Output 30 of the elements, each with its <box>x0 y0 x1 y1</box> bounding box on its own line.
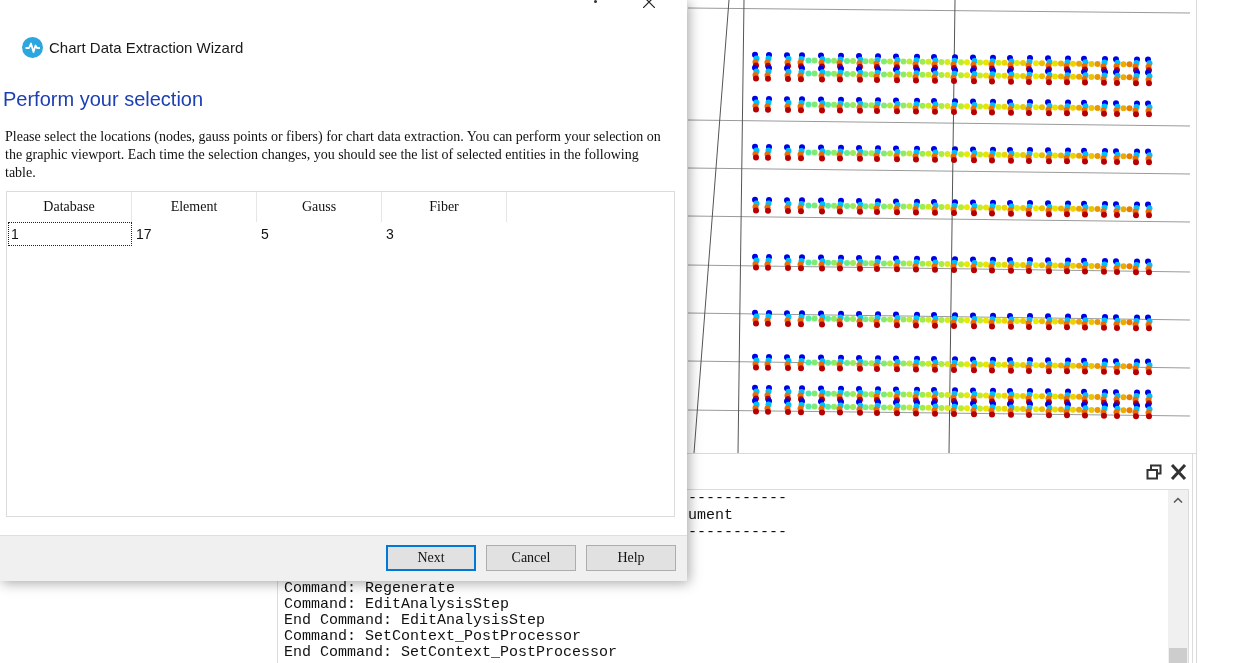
console-line: ument <box>688 507 733 524</box>
dialog-title: Chart Data Extraction Wizard <box>49 39 244 56</box>
table-cell-text: 17 <box>135 225 153 244</box>
close-icon[interactable] <box>643 0 655 8</box>
instructions-text: Please select the locations (nodes, gauss points or fibers) for chart data extraction. You can perform your selection on the graphic viewport. Each time the selection changes, you should see the list of selected entities in the following table. <box>5 128 662 182</box>
console-line: Command: SetContext_PostProcessor <box>284 629 582 645</box>
caret-up-icon[interactable] <box>1173 497 1183 503</box>
pulse-icon <box>22 37 43 58</box>
dialog-button[interactable]: Help <box>586 545 676 571</box>
dialog-button[interactable]: Cancel <box>486 545 576 571</box>
console-line: Command: EditAnalysisStep <box>284 597 510 613</box>
scrollbar-thumb[interactable] <box>1169 648 1187 663</box>
console-line: ----------- <box>688 524 788 541</box>
table-cell: 1 <box>8 222 132 246</box>
console-line: End Command: EditAnalysisStep <box>284 613 546 629</box>
column-header: Fiber <box>382 192 507 222</box>
restore-icon[interactable] <box>1146 463 1162 480</box>
console-line: End Command: SetContext_PostProcessor <box>284 645 618 661</box>
close-icon[interactable] <box>1170 463 1187 480</box>
dot-icon[interactable] <box>594 0 597 3</box>
console-line: Command: Regenerate <box>284 581 456 597</box>
step-heading: Perform your selection <box>3 87 204 111</box>
dialog-button[interactable]: Next <box>386 545 476 571</box>
table-cell-text: 3 <box>385 225 395 244</box>
table-cell-text: 5 <box>260 225 270 244</box>
column-header: Gauss <box>257 192 382 222</box>
scrollbar[interactable] <box>1168 490 1188 663</box>
column-header: Database <box>7 192 132 222</box>
column-header: Element <box>132 192 257 222</box>
console-line: ----------- <box>688 490 788 507</box>
